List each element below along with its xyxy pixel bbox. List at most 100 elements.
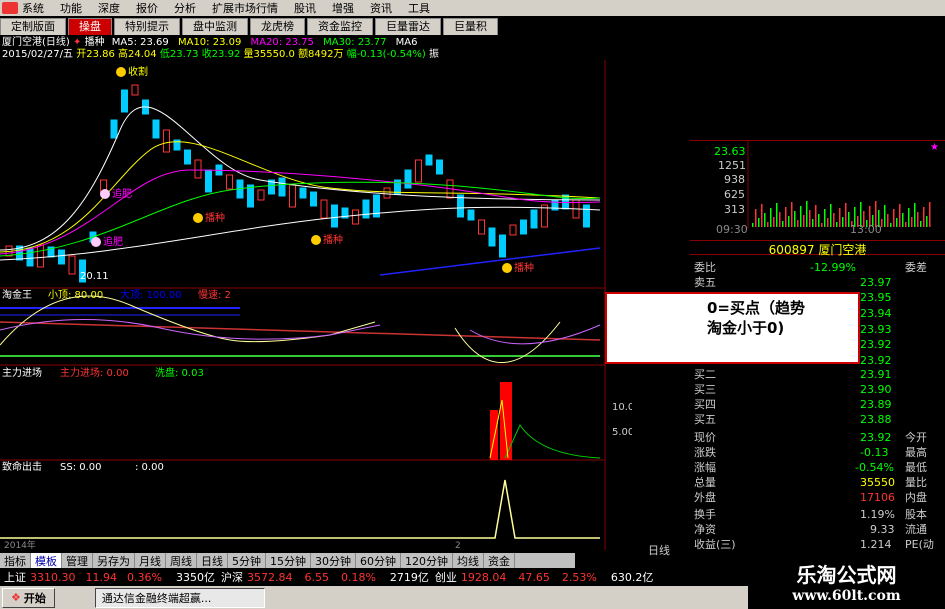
mini-time: 09:30 (716, 223, 748, 236)
candle (289, 184, 296, 208)
mini-v1: 1251 (718, 159, 746, 172)
marker-label: 播种 (323, 233, 343, 246)
mini-bar (752, 223, 754, 227)
tab-vol[interactable]: 巨量积 (443, 18, 498, 35)
tab-bar: 定制版面 操盘 特别提示 盘中监测 龙虎榜 资金监控 巨量雷达 巨量积 (0, 16, 945, 35)
mini-bar (899, 204, 901, 227)
mini-bar (833, 213, 835, 227)
btab-saveas[interactable]: 另存为 (93, 552, 135, 569)
ask-value: 23.93 (860, 323, 892, 336)
mini-bar (842, 217, 844, 227)
menu-info[interactable]: 资讯 (370, 0, 392, 16)
candle (404, 169, 412, 189)
btab-ma[interactable]: 均线 (453, 552, 484, 569)
mini-bar (902, 213, 904, 227)
income-value: 1.214 (860, 538, 892, 551)
btab-manage[interactable]: 管理 (62, 552, 93, 569)
candle (425, 154, 433, 166)
tab-trade[interactable]: 操盘 (68, 18, 112, 35)
start-button[interactable]: ❖ 开始 (2, 587, 55, 608)
in-label: 内盘 (905, 491, 927, 504)
taskbar-window[interactable]: 通达信金融终端超赢... (94, 587, 265, 608)
ask-value: 23.95 (860, 291, 892, 304)
menu-depth[interactable]: 深度 (98, 0, 120, 16)
candle (257, 189, 265, 201)
candle (436, 159, 443, 175)
mini-bar (806, 201, 808, 227)
cy-label: 创业 (434, 571, 457, 584)
candle (26, 247, 34, 267)
mini-bar (755, 209, 757, 227)
sh-change: 11.94 (85, 570, 118, 584)
mini-bar (812, 219, 814, 227)
pe-label: PE(动 (905, 538, 934, 551)
year-label: 2014年 (4, 539, 36, 551)
menu-enhance[interactable]: 增强 (332, 0, 354, 16)
mini-bar (791, 202, 793, 227)
stock-title: 600897 厦门空港 (690, 240, 945, 257)
low-price-label: 20.11 (80, 271, 109, 282)
tab-fund[interactable]: 资金监控 (307, 18, 373, 35)
marker-label: 收割 (128, 65, 148, 78)
btab-120min[interactable]: 120分钟 (401, 552, 453, 569)
stock-name: 厦门空港 (818, 243, 867, 257)
buy2-label: 买二 (694, 368, 716, 381)
buy1-value: 23.92 (860, 354, 892, 367)
btab-indicator[interactable]: 指标 (0, 552, 31, 569)
stock-code: 600897 (768, 243, 815, 257)
mini-bar (830, 204, 832, 227)
btab-daily[interactable]: 日线 (197, 552, 228, 569)
candle (68, 255, 76, 275)
mini-bar (845, 203, 847, 227)
ind3-name: 致命出击 (2, 460, 42, 473)
tab-alert[interactable]: 特别提示 (114, 18, 180, 35)
btab-monthly[interactable]: 月线 (135, 552, 166, 569)
mini-chart: ★ 23.63 1251 938 625 313 09:30 13:00 (690, 140, 945, 240)
chart-area[interactable]: 20.11 收割 追肥 追肥 播种 播种 播种 淘金王 小顶: 80.00 大顶… (0, 60, 632, 570)
btab-5min[interactable]: 5分钟 (228, 552, 266, 569)
date-label: 2015/02/27/五 (2, 49, 74, 60)
menu-function[interactable]: 功能 (60, 0, 82, 16)
month-label: 2 (455, 541, 461, 551)
candle (163, 129, 170, 153)
sh-amount: 3350亿 (175, 571, 215, 584)
chg-label: 涨跌 (694, 446, 716, 459)
menu-ext-market[interactable]: 扩展市场行情 (212, 0, 278, 16)
candle (331, 204, 338, 228)
cy-change: 47.65 (518, 570, 550, 584)
turnover-label: 换手 (694, 508, 716, 521)
tab-dragon[interactable]: 龙虎榜 (250, 18, 305, 35)
menu-analysis[interactable]: 分析 (174, 0, 196, 16)
btab-weekly[interactable]: 周线 (166, 552, 197, 569)
mini-bar (824, 209, 826, 227)
price-value: 23.92 (860, 431, 892, 444)
btab-fund[interactable]: 资金 (484, 552, 515, 569)
mini-bar (896, 218, 898, 227)
sz-change: 6.55 (304, 570, 329, 584)
mini-v4: 313 (724, 203, 745, 216)
menu-system[interactable]: 系统 (22, 0, 44, 16)
menu-quote[interactable]: 报价 (136, 0, 158, 16)
start-label: 开始 (23, 591, 46, 605)
menu-news[interactable]: 股讯 (294, 0, 316, 16)
btab-60min[interactable]: 60分钟 (356, 552, 401, 569)
mini-bar (803, 215, 805, 227)
cy-amount: 630.2亿 (610, 571, 654, 584)
chart-header-line1: 厦门空港(日线) ✦ 播种 MA5: 23.69 MA10: 23.09 MA2… (2, 37, 418, 49)
high-label: 最高 (905, 446, 927, 459)
tab-custom[interactable]: 定制版面 (0, 18, 66, 35)
candle (58, 249, 65, 265)
btab-30min[interactable]: 30分钟 (311, 552, 356, 569)
btab-15min[interactable]: 15分钟 (266, 552, 311, 569)
candle (131, 84, 139, 96)
tab-radar[interactable]: 巨量雷达 (375, 18, 441, 35)
sz-amount: 2719亿 (389, 571, 429, 584)
buy3-value: 23.90 (860, 383, 892, 396)
tab-monitor[interactable]: 盘中监测 (182, 18, 248, 35)
mini-v0: 23.63 (714, 145, 746, 158)
btab-template[interactable]: 模板 (31, 552, 62, 569)
candle (457, 194, 464, 218)
close-label: 收23.92 (201, 49, 241, 60)
menu-tools[interactable]: 工具 (408, 0, 430, 16)
price-label: 现价 (694, 431, 716, 444)
